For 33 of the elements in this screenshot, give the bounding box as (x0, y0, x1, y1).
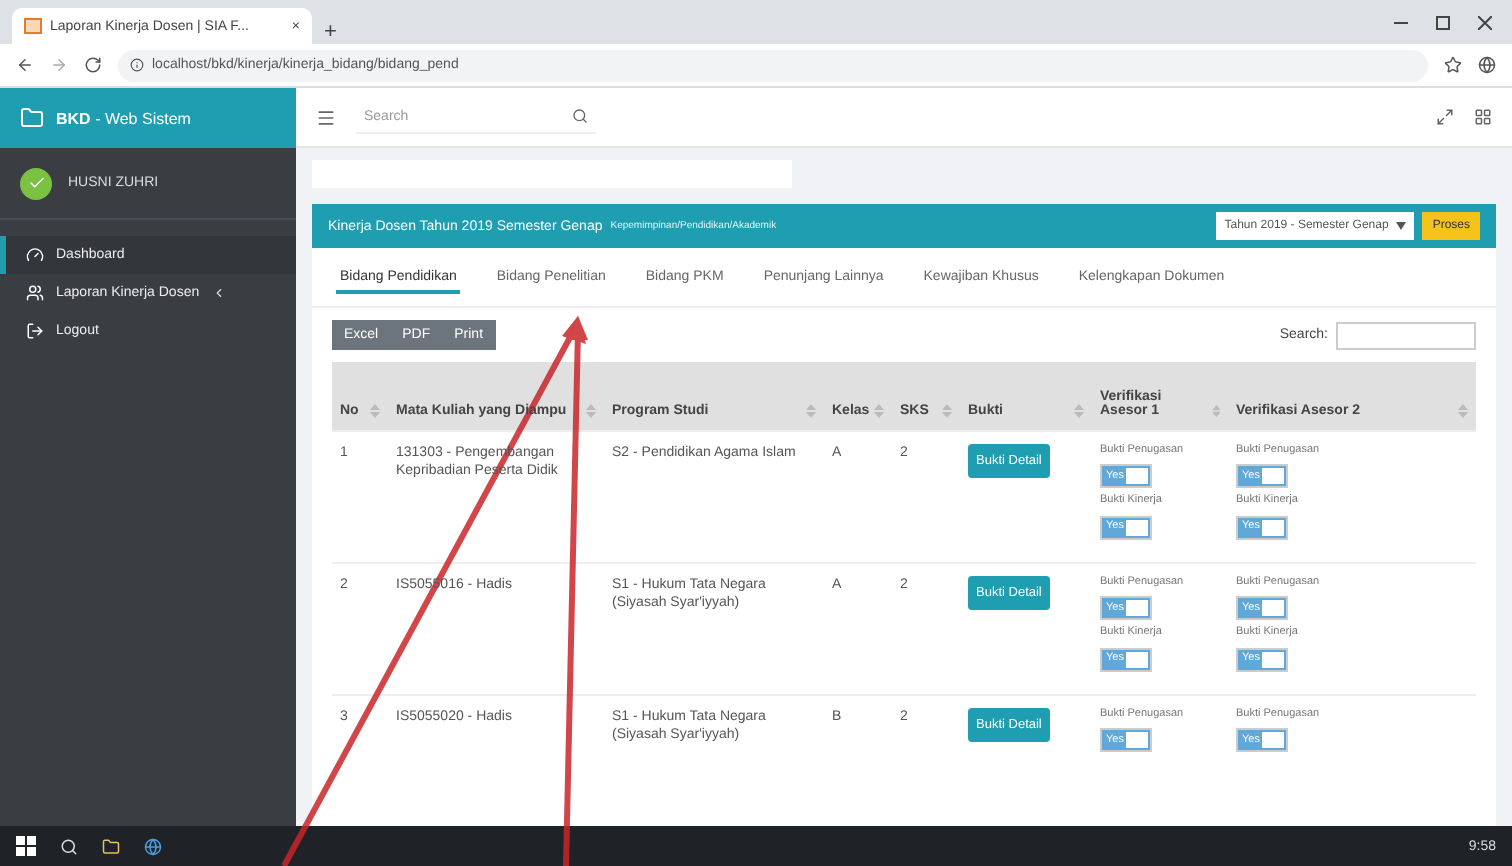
new-tab-button[interactable]: + (324, 20, 337, 44)
sort-icon (874, 404, 884, 418)
grid-icon[interactable] (1474, 108, 1492, 126)
back-icon[interactable] (16, 56, 34, 74)
star-icon[interactable] (1444, 56, 1462, 74)
search-icon (572, 108, 588, 124)
table-search-field[interactable] (1336, 321, 1476, 349)
menu-icon[interactable] (316, 107, 336, 127)
avatar-icon (20, 167, 52, 199)
sort-icon (942, 404, 952, 418)
info-icon (130, 58, 144, 72)
sort-icon (1074, 404, 1084, 418)
logo-icon (20, 106, 44, 130)
logout-icon (26, 322, 44, 340)
fullscreen-icon[interactable] (1436, 108, 1454, 126)
caret-icon (1396, 222, 1407, 230)
sort-icon (806, 404, 816, 418)
favicon-icon (24, 18, 42, 34)
windows-icon[interactable] (16, 836, 36, 856)
users-icon (26, 284, 44, 302)
sort-icon (1458, 404, 1468, 418)
browser-icon[interactable] (144, 837, 162, 855)
sort-icon (370, 404, 380, 418)
sort-icon (1211, 404, 1220, 418)
folder-icon[interactable] (102, 837, 120, 855)
sort-icon (586, 404, 596, 418)
reload-icon[interactable] (84, 56, 102, 74)
dashboard-icon (26, 246, 44, 264)
maximize-icon[interactable] (1436, 15, 1450, 29)
minimize-icon[interactable] (1394, 21, 1408, 23)
close-icon[interactable] (1478, 15, 1492, 29)
brand-name: BKD - Web Sistem (56, 109, 191, 127)
search-icon[interactable] (60, 837, 78, 855)
